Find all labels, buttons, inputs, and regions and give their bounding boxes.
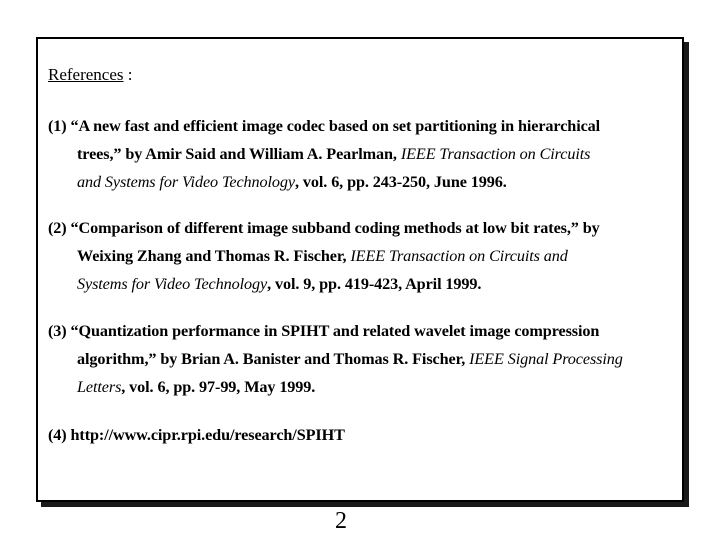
- reference-line: algorithm,” by Brian A. Banister and Tho…: [48, 345, 678, 373]
- reference-line: Systems for Video Technology, vol. 9, pp…: [48, 270, 678, 298]
- reference-text: (4) http://www.cipr.rpi.edu/research/SPI…: [48, 426, 345, 444]
- reference-line: (4) http://www.cipr.rpi.edu/research/SPI…: [48, 421, 678, 449]
- reference-line: (2) “Comparison of different image subba…: [48, 214, 678, 242]
- reference-line: (3) “Quantization performance in SPIHT a…: [48, 317, 678, 345]
- reference-text: (3) “Quantization performance in SPIHT a…: [48, 322, 600, 340]
- reference-line: Letters, vol. 6, pp. 97-99, May 1999.: [48, 373, 678, 401]
- reference-line: Weixing Zhang and Thomas R. Fischer, IEE…: [48, 242, 678, 270]
- reference-text: trees,” by Amir Said and William A. Pear…: [77, 145, 401, 163]
- reference-line: trees,” by Amir Said and William A. Pear…: [48, 140, 678, 168]
- reference-item-3: (3) “Quantization performance in SPIHT a…: [48, 317, 678, 401]
- reference-line: and Systems for Video Technology, vol. 6…: [48, 168, 678, 196]
- reference-text: (2) “Comparison of different image subba…: [48, 219, 600, 237]
- reference-text: , vol. 9, pp. 419-423, April 1999.: [267, 275, 482, 293]
- journal-title: IEEE Signal Processing: [469, 350, 623, 368]
- journal-title: and Systems for Video Technology: [77, 173, 296, 191]
- references-heading-label: References: [48, 65, 124, 84]
- reference-item-4[interactable]: (4) http://www.cipr.rpi.edu/research/SPI…: [48, 421, 678, 449]
- reference-item-1: (1) “A new fast and efficient image code…: [48, 112, 678, 196]
- journal-title: Letters: [77, 378, 122, 396]
- page-number: 2: [335, 508, 347, 534]
- reference-text: algorithm,” by Brian A. Banister and Tho…: [77, 350, 470, 368]
- journal-title: IEEE Transaction on Circuits: [400, 145, 591, 163]
- journal-title: IEEE Transaction on Circuits and: [350, 247, 568, 265]
- reference-text: , vol. 6, pp. 243-250, June 1996.: [295, 173, 507, 191]
- references-heading: References :: [48, 65, 133, 85]
- reference-item-2: (2) “Comparison of different image subba…: [48, 214, 678, 298]
- journal-title: Systems for Video Technology: [77, 275, 268, 293]
- reference-text: , vol. 6, pp. 97-99, May 1999.: [121, 378, 316, 396]
- reference-line: (1) “A new fast and efficient image code…: [48, 112, 678, 140]
- reference-text: (1) “A new fast and efficient image code…: [48, 117, 601, 135]
- reference-text: Weixing Zhang and Thomas R. Fischer,: [77, 247, 351, 265]
- references-heading-suffix: :: [123, 65, 133, 84]
